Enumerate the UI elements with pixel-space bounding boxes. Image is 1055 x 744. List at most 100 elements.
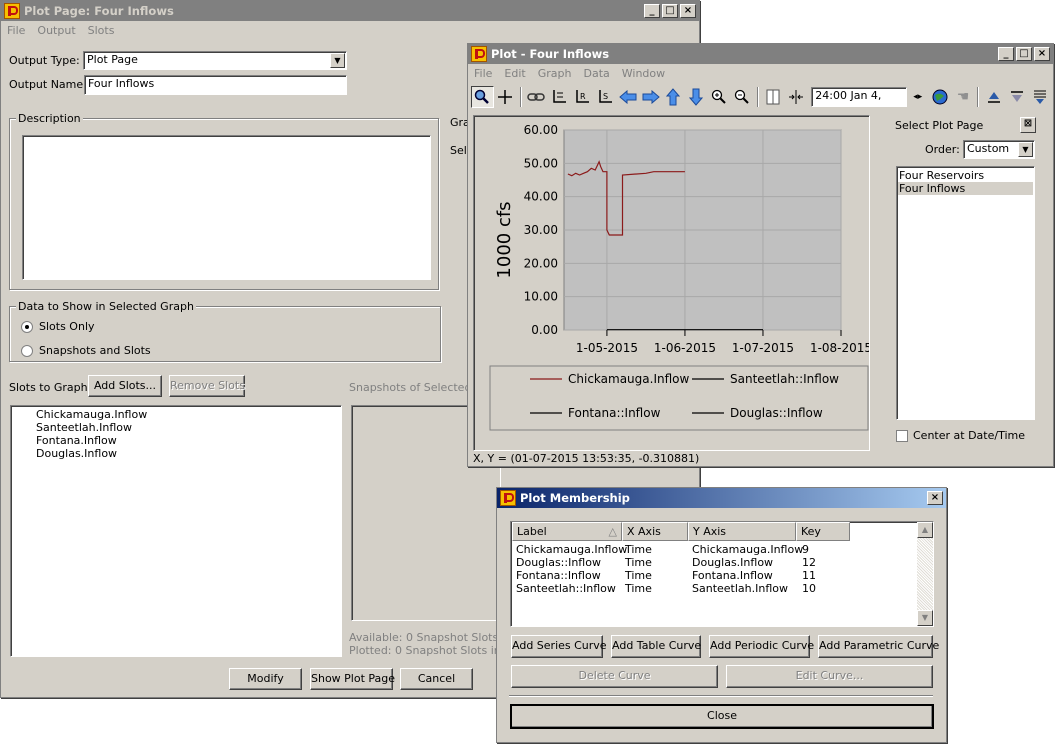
slots-only-radio[interactable]: Slots Only — [21, 320, 95, 333]
toolbar-separator — [977, 87, 980, 107]
slots-list[interactable]: Chickamauga.Inflow Santeetlah.Inflow Fon… — [10, 405, 342, 657]
spin-arrows-icon[interactable]: ◂▸ — [907, 86, 929, 108]
raise-icon[interactable] — [982, 86, 1005, 108]
scroll-up-icon[interactable]: ▲ — [917, 522, 933, 538]
description-textarea[interactable] — [22, 135, 431, 280]
order-value: Custom — [967, 142, 1010, 155]
remove-slots-button[interactable]: Remove Slots — [169, 375, 245, 397]
zoom-select-icon[interactable] — [471, 86, 494, 108]
zoom-in-icon[interactable] — [708, 86, 731, 108]
y-axis-label: 1000 cfs — [494, 201, 515, 278]
menu-window[interactable]: Window — [622, 67, 665, 80]
scroll-down-icon[interactable]: ▼ — [917, 610, 933, 626]
close-icon[interactable]: × — [927, 491, 943, 505]
menu-graph[interactable]: Graph — [538, 67, 572, 80]
x-tick-label: 1-05-2015 — [576, 341, 638, 355]
chart-panel: 60.00 50.00 40.00 30.00 20.00 10.00 0.00 1-05-2… — [473, 115, 870, 451]
arrow-right-icon[interactable] — [639, 86, 662, 108]
page-split-icon[interactable] — [762, 86, 785, 108]
add-slots-button[interactable]: Add Slots... — [88, 375, 162, 397]
column-header-label[interactable]: Label △ — [512, 522, 622, 541]
arrow-up-icon[interactable] — [662, 86, 685, 108]
list-item-selected[interactable]: Four Inflows — [898, 182, 1033, 195]
close-icon[interactable]: × — [680, 4, 696, 18]
output-type-select[interactable]: Plot Page ▼ — [83, 51, 347, 70]
column-header-y-axis[interactable]: Y Axis — [688, 522, 796, 541]
maximize-icon[interactable]: □ — [1016, 47, 1032, 61]
center-checkbox[interactable]: Center at Date/Time — [896, 429, 1025, 442]
snapshots-and-slots-radio[interactable]: Snapshots and Slots — [21, 344, 151, 357]
cell-label: Fontana::Inflow — [516, 569, 601, 582]
close-button[interactable]: Close — [510, 704, 934, 729]
chevron-down-icon[interactable]: ▼ — [1018, 142, 1033, 157]
add-series-curve-button[interactable]: Add Series Curve — [511, 635, 607, 658]
cell-y-axis: Santeetlah.Inflow — [692, 582, 788, 595]
table-row[interactable]: Fontana::Inflow Time Fontana.Inflow 11 — [511, 569, 911, 582]
arrow-left-icon[interactable] — [616, 86, 639, 108]
link-icon[interactable] — [525, 86, 548, 108]
arrow-down-icon[interactable] — [685, 86, 708, 108]
zoom-out-icon[interactable] — [731, 86, 754, 108]
lower-icon[interactable] — [1005, 86, 1028, 108]
cell-y-axis: Fontana.Inflow — [692, 569, 773, 582]
center-marker-icon[interactable] — [784, 86, 807, 108]
toolbar-separator — [519, 87, 522, 107]
output-name-input[interactable]: Four Inflows — [84, 75, 347, 95]
sort-arrow-icon: △ — [608, 525, 617, 538]
menu-edit[interactable]: Edit — [504, 67, 525, 80]
radio-unselected-icon — [21, 344, 33, 357]
chevron-down-icon[interactable]: ▼ — [330, 53, 345, 68]
toolbar-separator — [756, 87, 759, 107]
vertical-scrollbar[interactable]: ▲ ▼ — [917, 522, 933, 626]
window-title: Plot Membership — [520, 491, 630, 505]
maximize-icon[interactable]: □ — [662, 4, 678, 18]
delete-curve-button[interactable]: Delete Curve — [511, 665, 718, 688]
plot-page-list[interactable]: Four Reservoirs Four Inflows — [896, 166, 1035, 420]
legend-label: Chickamauga.Inflow — [568, 372, 689, 386]
globe-icon[interactable] — [929, 86, 952, 108]
add-periodic-curve-button[interactable]: Add Periodic Curve — [709, 635, 814, 658]
plot-page-titlebar[interactable]: Plot Page: Four Inflows _ □ × — [1, 1, 699, 21]
show-plot-page-button[interactable]: Show Plot Page — [310, 668, 395, 690]
chart[interactable]: 60.00 50.00 40.00 30.00 20.00 10.00 0.00 1-05-2… — [474, 116, 869, 450]
axis-icon[interactable] — [548, 86, 571, 108]
column-header-x-axis[interactable]: X Axis — [622, 522, 688, 541]
table-row[interactable]: Douglas::Inflow Time Douglas.Inflow 12 — [511, 556, 911, 569]
table-row[interactable]: Chickamauga.Inflow Time Chickamauga.Infl… — [511, 543, 911, 556]
add-table-curve-button[interactable]: Add Table Curve — [611, 635, 701, 658]
menu-file[interactable]: File — [474, 67, 492, 80]
membership-titlebar[interactable]: Plot Membership × — [497, 488, 946, 508]
minimize-icon[interactable]: _ — [644, 4, 660, 18]
close-icon[interactable]: × — [1034, 47, 1050, 61]
cell-key: 9 — [802, 543, 809, 556]
close-panel-icon[interactable]: ⊠ — [1020, 117, 1036, 133]
edit-curve-button[interactable]: Edit Curve... — [726, 665, 933, 688]
list-item[interactable]: Douglas.Inflow — [36, 447, 117, 460]
modify-button[interactable]: Modify — [229, 668, 302, 690]
cell-x-axis: Time — [625, 556, 652, 569]
menu-data[interactable]: Data — [583, 67, 609, 80]
add-parametric-curve-button[interactable]: Add Parametric Curve — [818, 635, 939, 658]
menu-output[interactable]: Output — [37, 24, 75, 37]
plot-titlebar[interactable]: Plot - Four Inflows _ □ × — [468, 44, 1053, 64]
membership-table[interactable]: Label △ X Axis Y Axis Key Chickamauga.Inf… — [510, 521, 934, 627]
list-item[interactable]: Chickamauga.Inflow — [36, 408, 147, 421]
list-item[interactable]: Fontana.Inflow — [36, 434, 117, 447]
window-title: Plot - Four Inflows — [491, 47, 610, 61]
axis-r-icon[interactable]: R — [571, 86, 594, 108]
hand-icon[interactable]: ☚ — [952, 86, 975, 108]
list-item[interactable]: Four Reservoirs — [899, 169, 984, 182]
menu-file[interactable]: File — [7, 24, 25, 37]
crosshair-icon[interactable] — [494, 86, 517, 108]
menu-slots[interactable]: Slots — [88, 24, 115, 37]
axis-s-icon[interactable]: S — [593, 86, 616, 108]
table-row[interactable]: Santeetlah::Inflow Time Santeetlah.Inflo… — [511, 582, 911, 595]
window-title: Plot Page: Four Inflows — [24, 4, 174, 18]
order-select[interactable]: Custom ▼ — [963, 140, 1035, 159]
list-down-icon[interactable] — [1028, 86, 1051, 108]
date-time-input[interactable]: 24:00 Jan 4, — [811, 87, 907, 107]
list-item[interactable]: Santeetlah.Inflow — [36, 421, 132, 434]
cancel-button[interactable]: Cancel — [400, 668, 473, 690]
minimize-icon[interactable]: _ — [998, 47, 1014, 61]
column-header-key[interactable]: Key — [796, 522, 850, 541]
